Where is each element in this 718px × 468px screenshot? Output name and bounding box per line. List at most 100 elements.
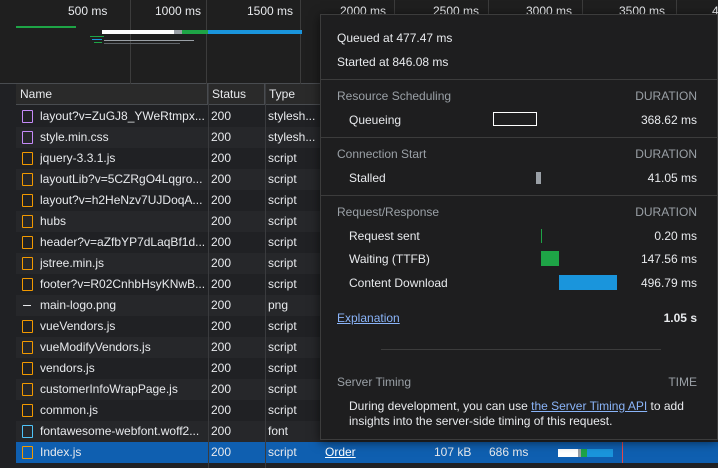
request-type: script (268, 403, 297, 417)
table-row[interactable]: Index.js 200 script Order 107 kB 686 ms (16, 442, 718, 463)
script-file-icon (22, 194, 33, 207)
waiting-ttfb-label: Waiting (TTFB) (349, 252, 430, 266)
column-header-status[interactable]: Status (208, 84, 265, 105)
divider (321, 195, 717, 196)
waiting-ttfb-bar (541, 251, 559, 266)
duration-header: DURATION (635, 205, 697, 219)
script-file-icon (22, 383, 33, 396)
column-divider[interactable] (265, 84, 266, 468)
overview-bar (104, 40, 194, 41)
request-status: 200 (211, 277, 232, 291)
duration-header: DURATION (635, 147, 697, 161)
column-header-type[interactable]: Type (265, 84, 325, 105)
stalled-label: Stalled (349, 171, 386, 185)
overview-bar (92, 39, 102, 40)
divider (321, 79, 717, 80)
request-status: 200 (211, 172, 232, 186)
started-at-text: Started at 846.08 ms (337, 55, 449, 69)
script-file-icon (22, 278, 33, 291)
overview-bar (182, 30, 208, 34)
request-type: script (268, 340, 297, 354)
request-status: 200 (211, 361, 232, 375)
request-sent-bar (541, 229, 542, 243)
request-type: script (268, 382, 297, 396)
waterfall-queueing-bar (558, 449, 578, 457)
request-type: script (268, 256, 297, 270)
tick-line (206, 0, 207, 84)
tick-line (300, 0, 301, 84)
overview-bar (104, 43, 180, 44)
server-timing-api-link[interactable]: the Server Timing API (531, 399, 647, 413)
script-file-icon (22, 215, 33, 228)
overview-bar (174, 30, 182, 34)
request-type: font (268, 424, 289, 438)
script-file-icon (22, 236, 33, 249)
tick-label: 1500 ms (247, 4, 294, 18)
request-status: 200 (211, 319, 232, 333)
request-status: 200 (211, 193, 232, 207)
tick-line (130, 0, 131, 84)
request-status: 200 (211, 235, 232, 249)
content-download-label: Content Download (349, 276, 448, 290)
queueing-value: 368.62 ms (640, 113, 697, 127)
tick-label: 500 ms (68, 4, 108, 18)
stylesheet-file-icon (22, 110, 33, 123)
request-name: footer?v=R02CnhbHsyKNwB... (40, 277, 206, 291)
section-title-connection-start: Connection Start (337, 147, 427, 161)
request-type: script (268, 445, 297, 459)
content-download-bar (559, 275, 617, 290)
stalled-bar (536, 172, 541, 184)
script-file-icon (22, 341, 33, 354)
request-type: png (268, 298, 289, 312)
queueing-label: Queueing (349, 113, 402, 127)
load-event-line (622, 442, 623, 463)
request-status: 200 (211, 298, 232, 312)
request-type: stylesh... (268, 109, 316, 123)
queued-at-text: Queued at 477.47 ms (337, 31, 453, 45)
image-file-icon (22, 299, 33, 312)
script-file-icon (22, 173, 33, 186)
tick-label: 1000 ms (155, 4, 202, 18)
section-title-request-response: Request/Response (337, 205, 440, 219)
request-status: 200 (211, 151, 232, 165)
explanation-link[interactable]: Explanation (337, 311, 400, 325)
column-header-name[interactable]: Name (16, 84, 208, 105)
request-type: script (268, 214, 297, 228)
request-type: script (268, 319, 297, 333)
request-status: 200 (211, 445, 232, 459)
request-name: header?v=aZfbYP7dLaqBf1d... (40, 235, 206, 249)
queueing-bar (493, 112, 537, 126)
stylesheet-file-icon (22, 131, 33, 144)
divider (381, 349, 661, 350)
script-file-icon (22, 404, 33, 417)
stalled-value: 41.05 ms (647, 171, 697, 185)
request-status: 200 (211, 214, 232, 228)
request-name: common.js (40, 403, 99, 417)
script-file-icon (22, 257, 33, 270)
request-type: script (268, 361, 297, 375)
server-timing-description: During development, you can use the Serv… (349, 399, 699, 429)
column-divider[interactable] (208, 84, 209, 468)
request-status: 200 (211, 340, 232, 354)
server-timing-text-before: During development, you can use (349, 399, 532, 413)
overview-bar (102, 30, 174, 34)
request-status: 200 (211, 256, 232, 270)
timing-popup: Queued at 477.47 ms Started at 846.08 ms… (320, 14, 718, 440)
request-sent-value: 0.20 ms (654, 229, 697, 243)
request-type: stylesh... (268, 130, 316, 144)
request-status: 200 (211, 403, 232, 417)
divider (321, 137, 717, 138)
request-name: main-logo.png (40, 298, 117, 312)
waiting-ttfb-value: 147.56 ms (640, 252, 697, 266)
request-name: fontawesome-webfont.woff2... (40, 424, 200, 438)
script-file-icon (22, 152, 33, 165)
request-type: script (268, 235, 297, 249)
request-initiator-link[interactable]: Order (325, 442, 356, 463)
request-size: 107 kB (434, 445, 472, 459)
request-name: vendors.js (40, 361, 95, 375)
request-name: Index.js (40, 445, 82, 459)
request-status: 200 (211, 109, 232, 123)
waterfall-download-bar (587, 449, 613, 457)
request-status: 200 (211, 424, 232, 438)
request-name: hubs (40, 214, 67, 228)
